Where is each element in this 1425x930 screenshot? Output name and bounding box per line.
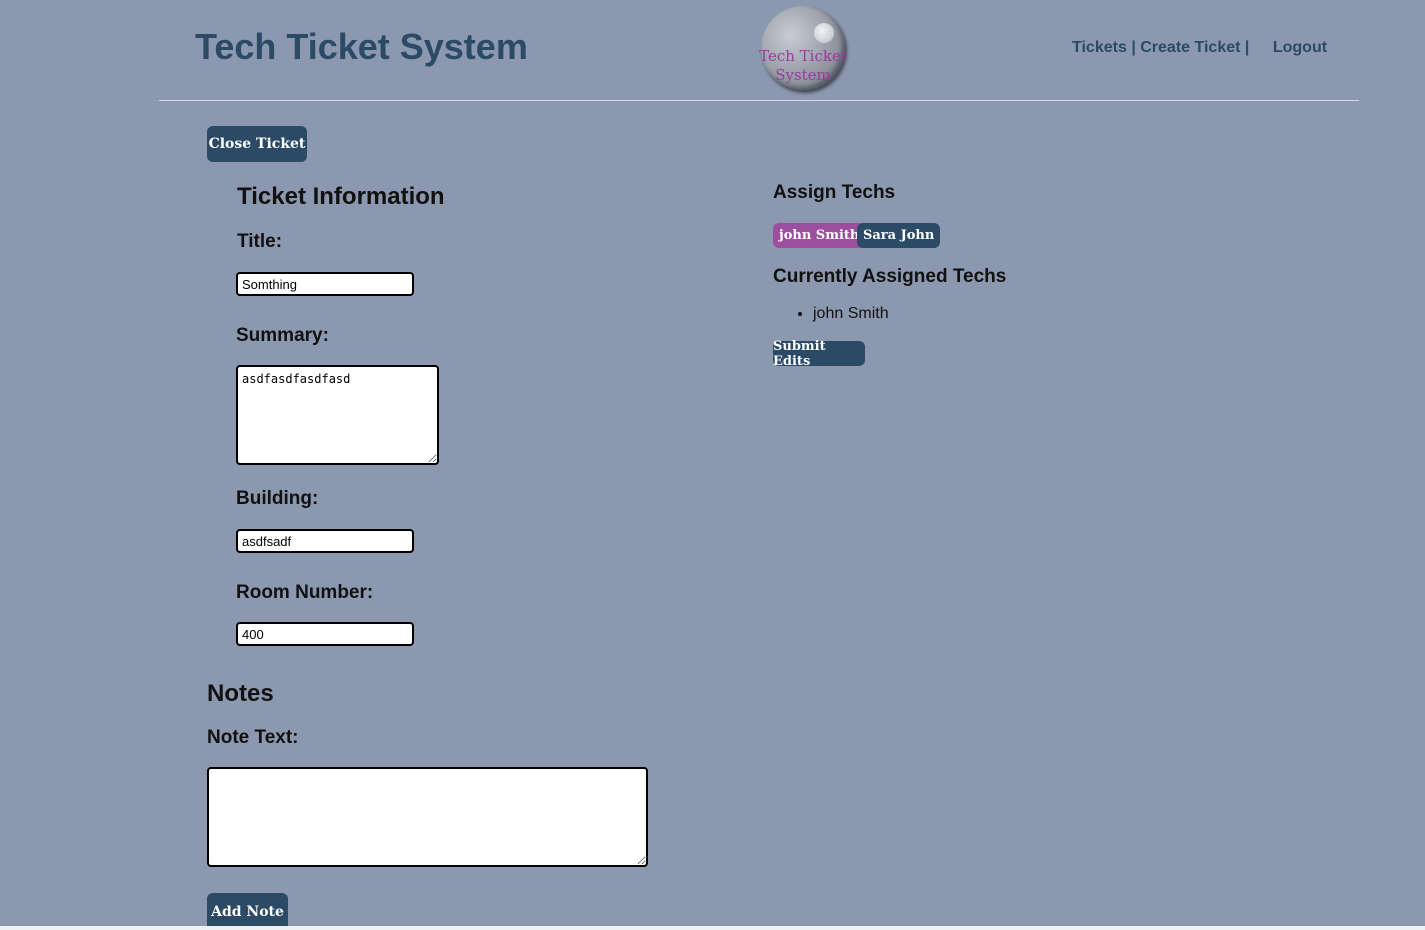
assign-techs-heading: Assign Techs — [773, 182, 896, 203]
submit-edits-button[interactable]: Submit Edits — [773, 339, 865, 369]
logo-text-line2: System — [775, 66, 831, 84]
title-label: Title: — [237, 231, 283, 252]
currently-assigned-techs-heading: Currently Assigned Techs — [773, 266, 1007, 287]
note-text-label: Note Text: — [207, 727, 299, 748]
note-text-textarea[interactable] — [207, 767, 648, 867]
tech-chip-sara-john[interactable]: Sara John — [857, 223, 941, 248]
header-divider — [159, 100, 1359, 101]
logo-text: Tech Ticket System — [755, 47, 851, 85]
close-ticket-button[interactable]: Close Ticket — [207, 126, 307, 162]
logo: Tech Ticket System — [759, 6, 847, 90]
summary-label: Summary: — [236, 325, 329, 346]
site-title: Tech Ticket System — [195, 26, 528, 67]
notes-heading: Notes — [207, 680, 274, 707]
building-label: Building: — [236, 488, 319, 509]
building-input[interactable] — [236, 529, 414, 553]
bottom-bar — [0, 926, 1425, 930]
nav-separator: | — [1244, 39, 1250, 56]
add-note-button[interactable]: Add Note — [207, 893, 288, 930]
nav-tickets-link[interactable]: Tickets — [1072, 39, 1127, 56]
top-nav: Tickets | Create Ticket | Logout — [1072, 39, 1327, 57]
room-number-label: Room Number: — [236, 582, 374, 603]
assigned-techs-list: john Smith — [773, 305, 889, 323]
room-number-input[interactable] — [236, 622, 414, 646]
title-input[interactable] — [236, 272, 414, 296]
assigned-tech-item: john Smith — [813, 305, 889, 323]
summary-textarea[interactable]: asdfasdfasdfasd — [236, 365, 439, 465]
nav-create-ticket-link[interactable]: Create Ticket — [1140, 39, 1240, 56]
nav-logout-link[interactable]: Logout — [1273, 39, 1327, 56]
tech-chip-john-smith[interactable]: john Smith — [773, 223, 866, 248]
nav-separator: | — [1131, 39, 1136, 56]
logo-text-line1: Tech Ticket — [759, 47, 847, 65]
logo-highlight — [814, 23, 834, 43]
ticket-information-heading: Ticket Information — [237, 183, 445, 210]
